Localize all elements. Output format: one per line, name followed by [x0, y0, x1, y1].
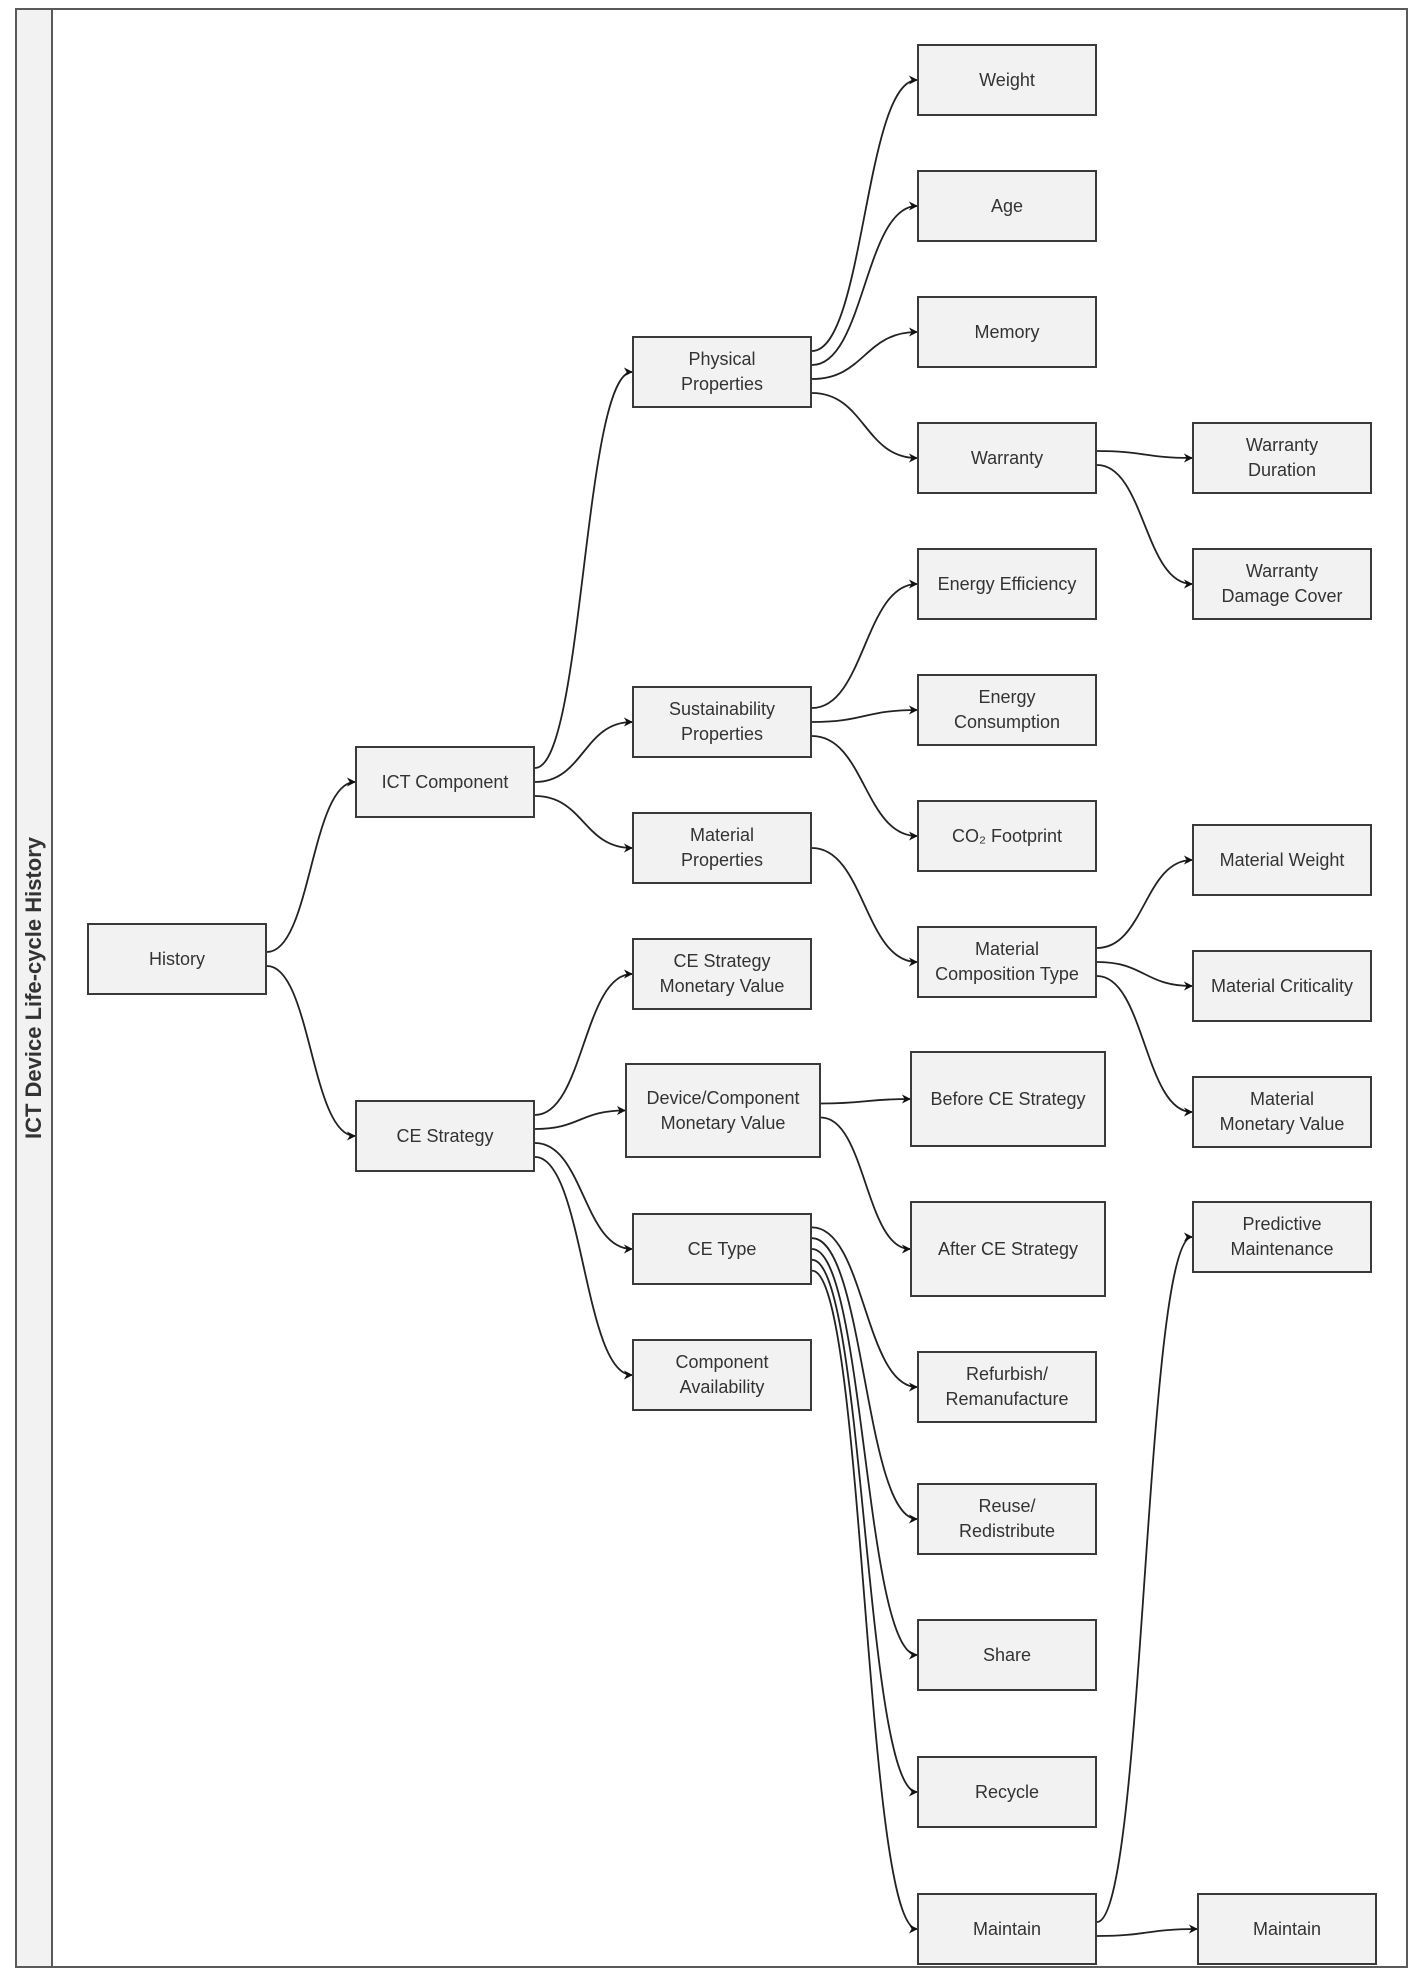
node-ce-strategy[interactable]: CE Strategy: [355, 1100, 535, 1172]
node-after-ce-strategy[interactable]: After CE Strategy: [910, 1201, 1106, 1297]
node-label: Material Monetary Value: [1219, 1089, 1345, 1134]
edge-ce-type-to-recycle: [811, 1258, 918, 1797]
edge-physical-properties-to-warranty: [811, 392, 918, 463]
node-energy-consumption[interactable]: Energy Consumption: [917, 674, 1097, 746]
node-label: Energy Consumption: [953, 687, 1061, 732]
edge-ce-strategy-to-device-component-monetary-value: [534, 1106, 626, 1130]
node-label: Physical Properties: [680, 349, 764, 394]
node-label: After CE Strategy: [937, 1238, 1079, 1259]
node-material-properties[interactable]: Material Properties: [632, 812, 812, 884]
edge-ict-component-to-physical-properties: [534, 367, 633, 769]
node-ce-strategy-monetary-value[interactable]: CE Strategy Monetary Value: [632, 938, 812, 1010]
edge-material-composition-type-to-material-monetary-value: [1096, 975, 1193, 1117]
edge-material-properties-to-material-composition-type: [811, 847, 918, 967]
node-label: Energy Efficiency: [937, 573, 1077, 594]
node-label: Predictive Maintenance: [1230, 1214, 1334, 1259]
edge-sustainability-properties-to-energy-efficiency: [811, 579, 918, 709]
edge-ce-type-to-refurbish-remanufacture: [811, 1226, 918, 1392]
node-label: Sustainability Properties: [668, 699, 776, 744]
node-label: Warranty: [970, 447, 1044, 468]
node-label: Maintain: [1252, 1918, 1322, 1939]
node-maintain[interactable]: Maintain: [917, 1893, 1097, 1965]
edge-device-component-monetary-value-to-after-ce-strategy: [820, 1116, 911, 1254]
node-co2-footprint[interactable]: CO₂ Footprint: [917, 800, 1097, 872]
node-label: CE Strategy Monetary Value: [659, 951, 785, 996]
node-warranty-damage-cover[interactable]: Warranty Damage Cover: [1192, 548, 1372, 620]
edge-ce-strategy-to-component-availability: [534, 1156, 633, 1380]
node-label: Material Composition Type: [935, 939, 1079, 984]
node-warranty[interactable]: Warranty: [917, 422, 1097, 494]
node-label: Reuse/ Redistribute: [958, 1496, 1056, 1541]
edge-material-composition-type-to-material-criticality: [1096, 961, 1193, 991]
node-material-weight[interactable]: Material Weight: [1192, 824, 1372, 896]
edge-history-to-ict-component: [266, 777, 356, 953]
node-ict-component[interactable]: ICT Component: [355, 746, 535, 818]
node-label: Warranty Duration: [1245, 435, 1319, 480]
node-label: Refurbish/ Remanufacture: [945, 1364, 1069, 1409]
node-label: Material Weight: [1219, 849, 1345, 870]
node-label: Share: [982, 1644, 1032, 1665]
node-recycle[interactable]: Recycle: [917, 1756, 1097, 1828]
edge-warranty-to-warranty-damage-cover: [1096, 464, 1193, 589]
node-label: Material Criticality: [1210, 975, 1354, 996]
edge-warranty-to-warranty-duration: [1096, 450, 1193, 463]
node-label: Material Properties: [680, 825, 764, 870]
node-history[interactable]: History: [87, 923, 267, 995]
edge-physical-properties-to-weight: [811, 75, 918, 352]
node-material-composition-type[interactable]: Material Composition Type: [917, 926, 1097, 998]
edge-ce-strategy-to-ce-strategy-monetary-value: [534, 969, 633, 1116]
node-label: Device/Component Monetary Value: [646, 1087, 800, 1133]
node-label: Before CE Strategy: [930, 1088, 1086, 1109]
node-label: Component Availability: [675, 1352, 769, 1397]
node-material-criticality[interactable]: Material Criticality: [1192, 950, 1372, 1022]
node-label: Maintain: [972, 1918, 1042, 1939]
node-label: Age: [990, 195, 1024, 216]
edge-maintain-to-maintain-2: [1096, 1924, 1198, 1937]
edge-physical-properties-to-memory: [811, 327, 918, 380]
node-label: History: [148, 948, 205, 969]
node-physical-properties[interactable]: Physical Properties: [632, 336, 812, 408]
node-weight[interactable]: Weight: [917, 44, 1097, 116]
node-label: CE Strategy: [396, 1125, 494, 1146]
node-label: CO₂ Footprint: [951, 825, 1063, 846]
edge-material-composition-type-to-material-weight: [1096, 855, 1193, 949]
edge-history-to-ce-strategy: [266, 965, 356, 1141]
node-ce-type[interactable]: CE Type: [632, 1213, 812, 1285]
edge-sustainability-properties-to-energy-consumption: [811, 705, 918, 723]
edge-ce-type-to-maintain: [811, 1269, 918, 1934]
node-refurbish-remanufacture[interactable]: Refurbish/ Remanufacture: [917, 1351, 1097, 1423]
node-label: Memory: [974, 321, 1040, 342]
edge-ict-component-to-sustainability-properties: [534, 717, 633, 783]
node-maintain-2[interactable]: Maintain: [1197, 1893, 1377, 1965]
node-warranty-duration[interactable]: Warranty Duration: [1192, 422, 1372, 494]
node-predictive-maintenance[interactable]: Predictive Maintenance: [1192, 1201, 1372, 1273]
node-before-ce-strategy[interactable]: Before CE Strategy: [910, 1051, 1106, 1147]
node-memory[interactable]: Memory: [917, 296, 1097, 368]
edge-sustainability-properties-to-co2-footprint: [811, 735, 918, 841]
node-device-component-monetary-value[interactable]: Device/Component Monetary Value: [625, 1063, 821, 1158]
node-sustainability-properties[interactable]: Sustainability Properties: [632, 686, 812, 758]
node-label: Recycle: [974, 1781, 1040, 1802]
edge-ict-component-to-material-properties: [534, 795, 633, 853]
node-reuse-redistribute[interactable]: Reuse/ Redistribute: [917, 1483, 1097, 1555]
node-label: CE Type: [687, 1238, 757, 1259]
edge-maintain-to-predictive-maintenance: [1096, 1232, 1193, 1923]
node-material-monetary-value[interactable]: Material Monetary Value: [1192, 1076, 1372, 1148]
node-age[interactable]: Age: [917, 170, 1097, 242]
node-label: ICT Component: [381, 771, 509, 792]
node-energy-efficiency[interactable]: Energy Efficiency: [917, 548, 1097, 620]
edge-ce-strategy-to-ce-type: [534, 1142, 633, 1254]
node-share[interactable]: Share: [917, 1619, 1097, 1691]
node-label: Weight: [979, 69, 1035, 90]
node-label: Warranty Damage Cover: [1221, 561, 1343, 606]
edge-device-component-monetary-value-to-before-ce-strategy: [820, 1094, 911, 1105]
node-component-availability[interactable]: Component Availability: [632, 1339, 812, 1411]
